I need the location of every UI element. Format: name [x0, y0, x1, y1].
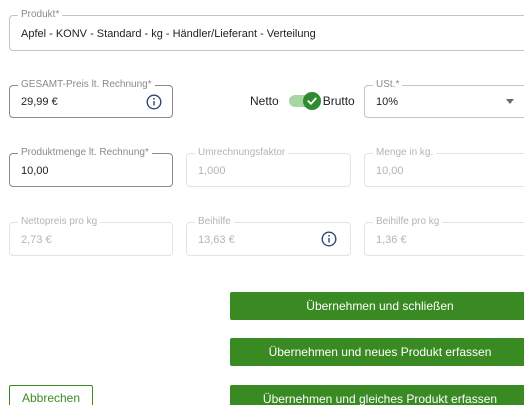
- nettopreis-field: Nettopreis pro kg 2,73 €: [9, 216, 173, 256]
- produktmenge-field[interactable]: Produktmenge lt. Rechnung* 10,00: [9, 147, 173, 187]
- umrechnungsfaktor-label: Umrechnungsfaktor: [195, 147, 289, 159]
- gesamt-preis-label: GESAMT-Preis lt. Rechnung*: [18, 79, 155, 91]
- beihilfe-pro-kg-field: Beihilfe pro kg 1,36 €: [364, 216, 524, 256]
- menge-kg-field: Menge in kg. 10,00: [364, 147, 524, 187]
- produkt-value: Apfel - KONV - Standard - kg - Händler/L…: [21, 28, 316, 40]
- nettopreis-label: Nettopreis pro kg: [18, 216, 101, 228]
- chevron-down-icon[interactable]: [506, 99, 514, 104]
- beihilfe-pro-kg-value: 1,36 €: [376, 234, 407, 246]
- menge-kg-value: 10,00: [376, 165, 404, 177]
- cancel-button[interactable]: Abbrechen: [9, 385, 93, 405]
- brutto-label: Brutto: [322, 94, 355, 108]
- beihilfe-value: 13,63 €: [198, 234, 235, 246]
- beihilfe-field: Beihilfe 13,63 €: [186, 216, 351, 256]
- check-icon: [307, 97, 317, 105]
- gesamt-preis-value: 29,99 €: [21, 96, 58, 108]
- produktmenge-value: 10,00: [21, 165, 49, 177]
- beihilfe-label: Beihilfe: [195, 216, 234, 228]
- netto-label: Netto: [250, 94, 279, 108]
- umrechnungsfaktor-value: 1,000: [198, 165, 226, 177]
- beihilfe-pro-kg-label: Beihilfe pro kg: [373, 216, 443, 228]
- produktmenge-label: Produktmenge lt. Rechnung*: [18, 147, 152, 159]
- info-icon[interactable]: [146, 94, 162, 110]
- ust-value: 10%: [376, 96, 399, 108]
- toggle-thumb[interactable]: [302, 92, 321, 110]
- save-same-product-button[interactable]: Übernehmen und gleiches Produkt erfassen: [230, 385, 524, 405]
- save-new-product-button[interactable]: Übernehmen und neues Produkt erfassen: [230, 338, 524, 366]
- info-icon[interactable]: [321, 231, 337, 247]
- toggle-switch[interactable]: [288, 92, 321, 110]
- produkt-field[interactable]: Produkt* Apfel - KONV - Standard - kg - …: [9, 9, 524, 51]
- save-close-button[interactable]: Übernehmen und schließen: [230, 292, 524, 320]
- umrechnungsfaktor-field: Umrechnungsfaktor 1,000: [186, 147, 351, 187]
- ust-label: USt.*: [373, 79, 403, 91]
- gesamt-preis-field[interactable]: GESAMT-Preis lt. Rechnung* 29,99 €: [9, 79, 173, 118]
- netto-brutto-toggle[interactable]: Netto Brutto: [250, 92, 355, 110]
- nettopreis-value: 2,73 €: [21, 234, 52, 246]
- produkt-label: Produkt*: [18, 9, 63, 21]
- menge-kg-label: Menge in kg.: [373, 147, 437, 159]
- ust-select[interactable]: USt.* 10%: [364, 79, 524, 118]
